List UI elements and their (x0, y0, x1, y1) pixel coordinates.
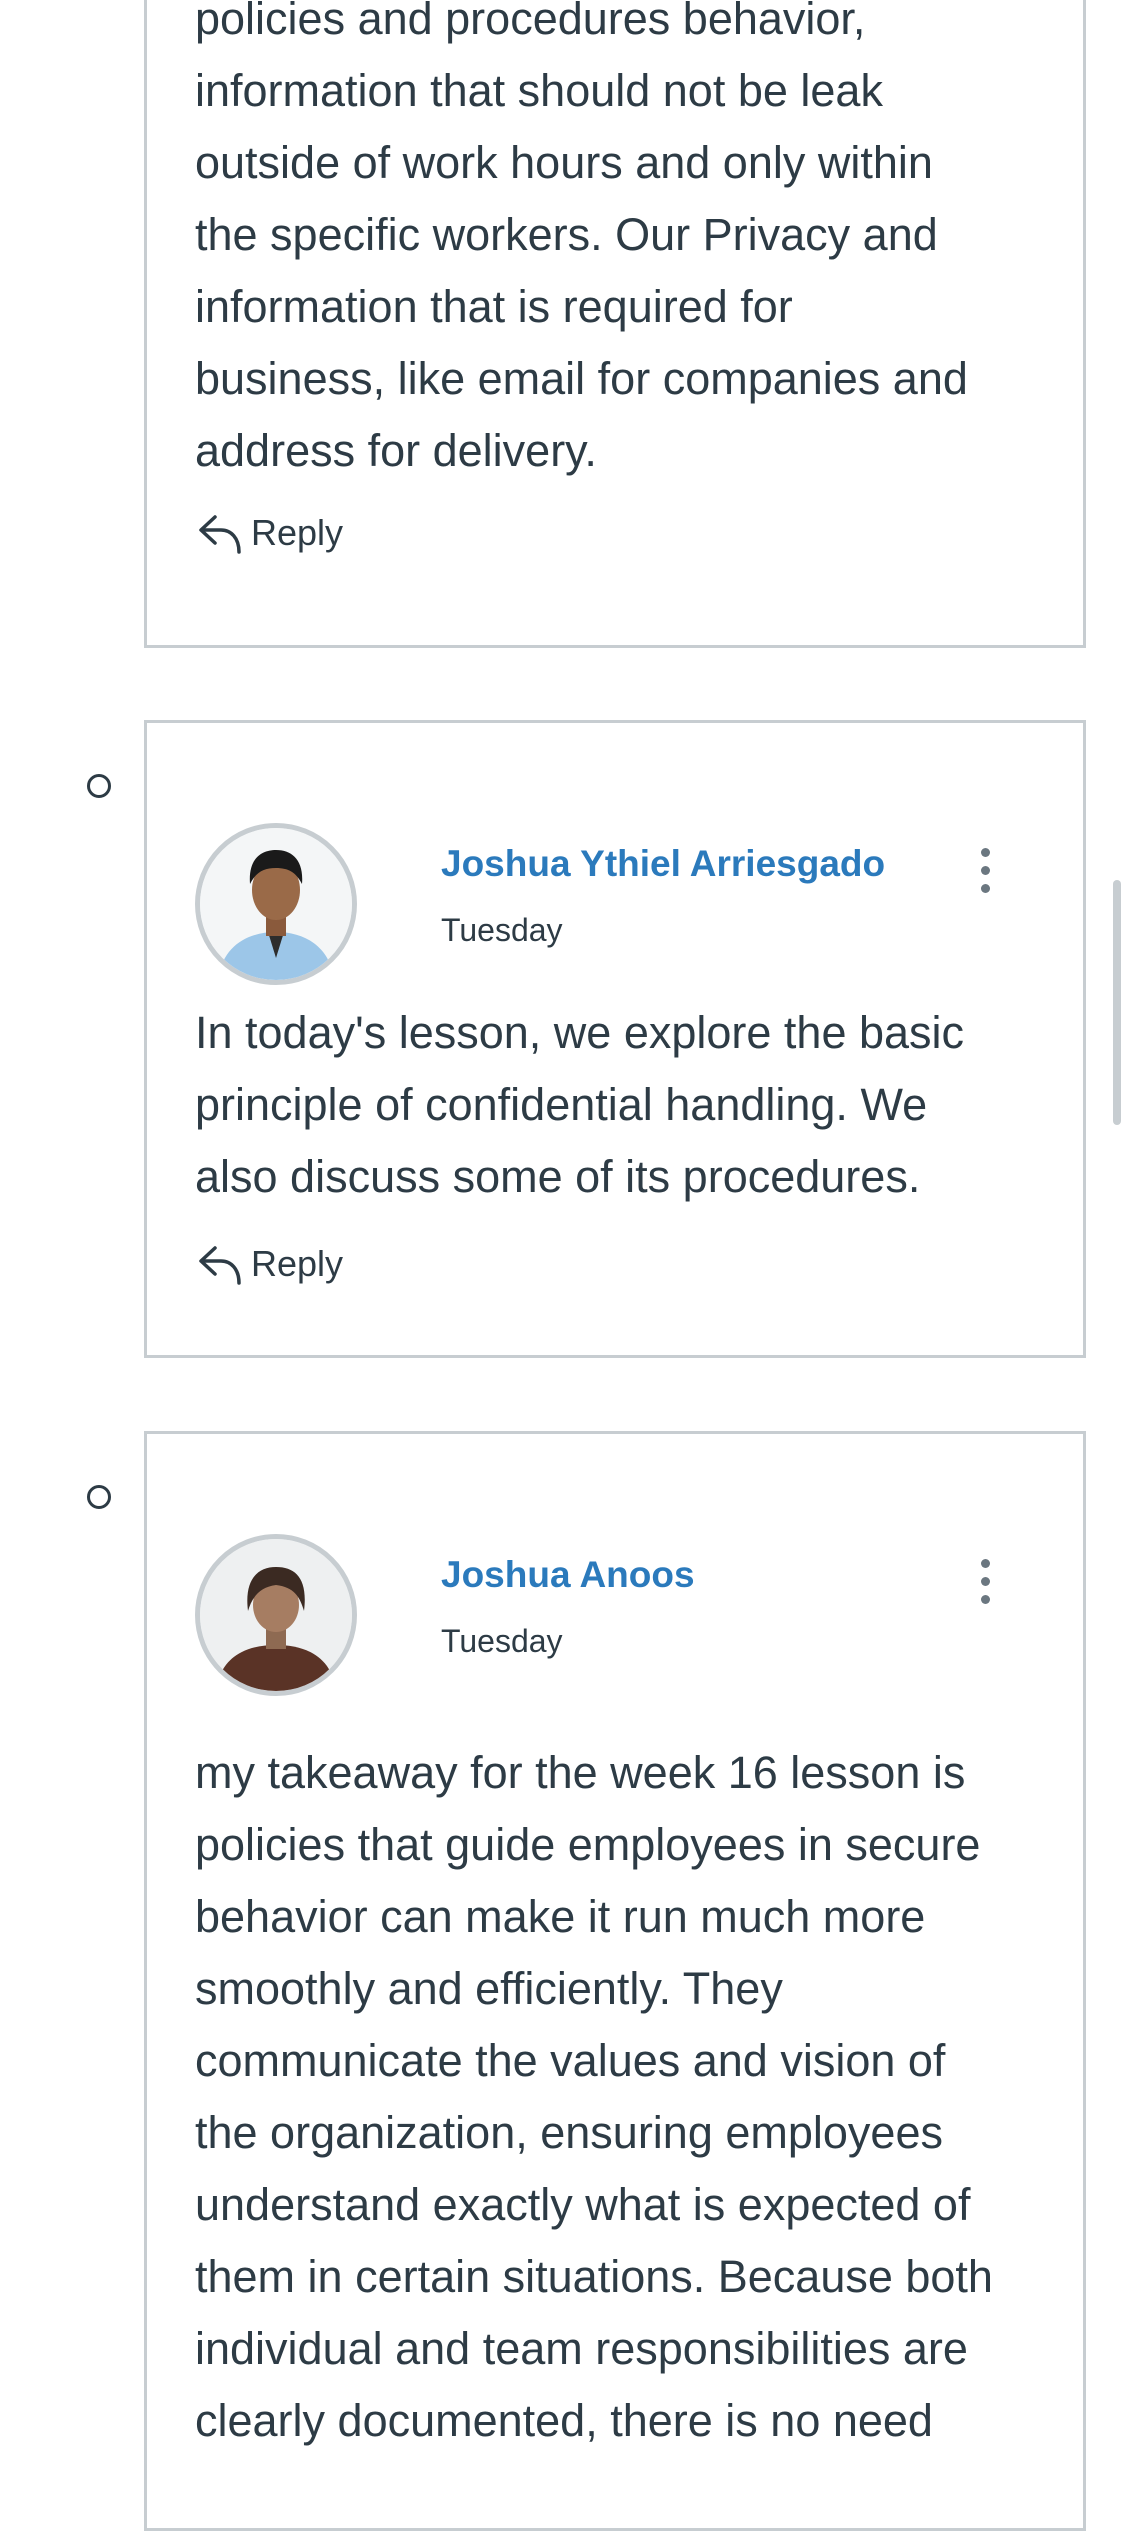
entry-message: In today's lesson, we explore the basic … (195, 1007, 965, 1202)
reply-arrow-icon (199, 1246, 241, 1285)
kebab-menu-icon[interactable] (970, 1557, 1000, 1617)
entry-message: policies and procedures behavior, inform… (195, 0, 968, 476)
reply-label: Reply (251, 512, 344, 553)
entry-message: my takeaway for the week 16 lesson is po… (195, 1747, 993, 2446)
reply-button[interactable]: Reply (195, 506, 343, 560)
scrollbar-thumb[interactable] (1113, 880, 1121, 1125)
avatar-photo (200, 1539, 352, 1691)
reply-button[interactable]: Reply (195, 1237, 343, 1291)
reply-label: Reply (251, 1243, 344, 1284)
author-name-link[interactable]: Joshua Anoos (441, 1554, 695, 1596)
kebab-menu-icon[interactable] (970, 846, 1000, 906)
post-date: Tuesday (441, 1623, 563, 1659)
avatar-photo (200, 828, 352, 980)
avatar[interactable] (195, 1534, 357, 1696)
post-date: Tuesday (441, 912, 563, 948)
author-name-link[interactable]: Joshua Ythiel Arriesgado (441, 843, 885, 885)
reply-arrow-icon (199, 515, 241, 554)
discussion-entry: Joshua Ythiel Arriesgado Tuesday In toda… (144, 720, 1086, 1358)
discussion-entry: Joshua Anoos Tuesday my takeaway for the… (144, 1431, 1086, 2531)
discussion-entry: policies and procedures behavior, inform… (144, 0, 1086, 648)
avatar[interactable] (195, 823, 357, 985)
unread-indicator-icon (87, 1485, 111, 1509)
unread-indicator-icon (87, 774, 111, 798)
